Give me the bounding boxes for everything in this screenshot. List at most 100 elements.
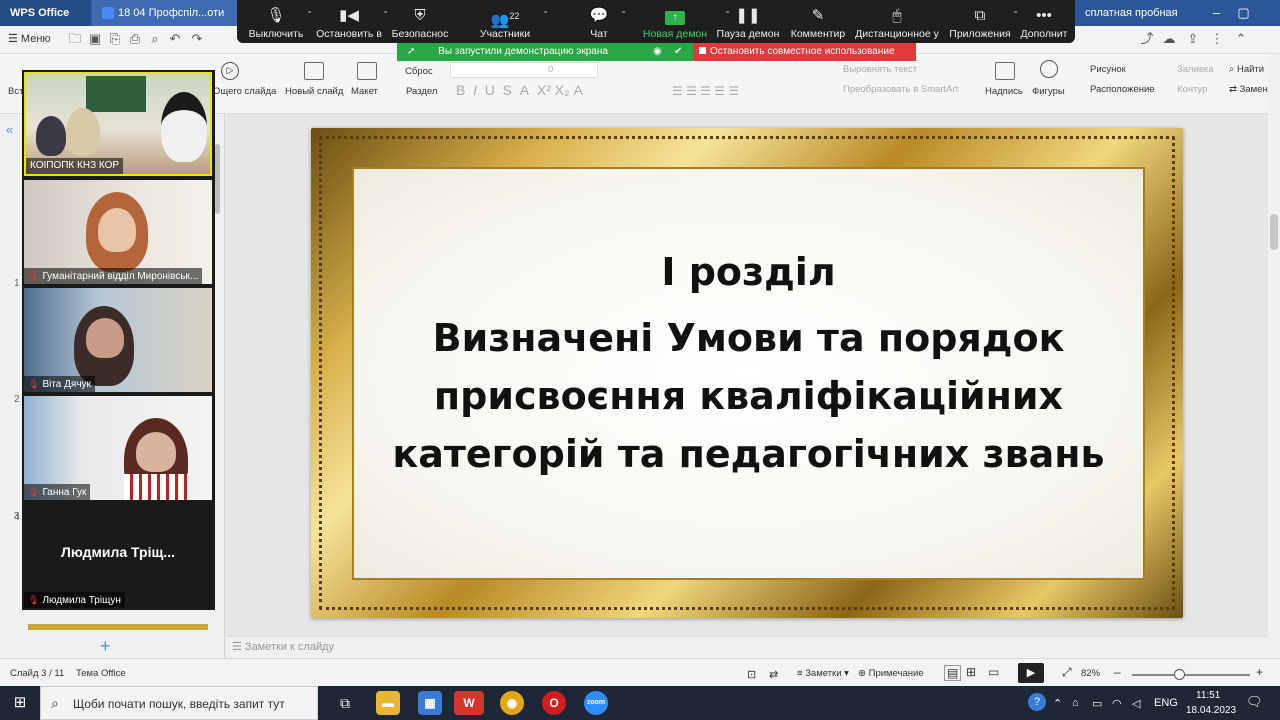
share-icon[interactable]: ⤴ — [1140, 32, 1154, 46]
participant-tile[interactable]: 🎙 Ганна Гук — [24, 396, 212, 500]
paragraph-align-group[interactable]: ☰ ☰ ☰ ☰ ☰ — [672, 84, 739, 98]
clock-date[interactable]: 18.04.2023 — [1186, 705, 1236, 716]
participant-tile[interactable]: КОІПОПК КНЗ КОР — [24, 72, 212, 176]
upload-icon[interactable]: ⇪ — [1186, 32, 1200, 46]
align-text-button[interactable]: Выровнять текст — [843, 64, 917, 75]
chevron-down-icon[interactable]: ⌄ — [542, 6, 549, 15]
fit-icon[interactable]: ⊡ — [747, 668, 756, 681]
layout-icon[interactable] — [357, 62, 377, 80]
preview-icon[interactable]: ⌕ — [148, 32, 162, 46]
opera-icon[interactable]: O — [542, 691, 566, 715]
participants-button[interactable]: 👥22 Участники ⌄ — [475, 0, 549, 43]
text-format-group[interactable]: B I U S A X² X₂ A — [456, 82, 583, 98]
smartart-button[interactable]: Преобразовать в SmartArt — [843, 84, 958, 95]
menu-button[interactable]: ☰ Меню — [8, 32, 51, 45]
task-view-icon[interactable]: ⧉ — [333, 691, 357, 715]
zoom-level[interactable]: 82% — [1081, 668, 1100, 679]
document-tab[interactable]: 18 04 Профспіл...оти в ОТГ — [92, 0, 242, 45]
participant-tile[interactable]: Людмила Тріщ... 🎙 Людмила Тріщун — [24, 504, 212, 608]
help-icon[interactable]: ? — [1028, 693, 1046, 711]
windows-start-icon[interactable]: ⊞ — [0, 686, 40, 720]
font-name-field[interactable] — [450, 62, 598, 78]
pause-share-button[interactable]: ❚❚ Пауза демон — [715, 0, 781, 43]
add-slide-button[interactable]: + — [100, 636, 111, 657]
wifi-icon[interactable]: ◠ — [1112, 697, 1122, 710]
minimize-icon[interactable]: – — [1203, 0, 1230, 26]
arrange-button[interactable]: Расположение — [1090, 84, 1155, 95]
new-slide-button[interactable]: Новый слайд — [285, 86, 343, 97]
cloud-icon[interactable]: ☁ — [1162, 32, 1176, 46]
new-slide-icon[interactable] — [304, 62, 324, 80]
more-button[interactable]: ••• Дополнит — [1019, 0, 1069, 43]
print-icon[interactable]: ⎙ — [128, 32, 142, 46]
stop-video-button[interactable]: ▮◀ Остановить в ⌄ — [315, 0, 389, 43]
font-size-field[interactable]: 0 — [548, 64, 553, 75]
wps-office-tab[interactable]: WPS Office — [0, 0, 90, 26]
volume-icon[interactable]: ◁ — [1132, 697, 1140, 710]
chevron-down-icon[interactable]: ⌄ — [306, 6, 313, 15]
slide-body-line[interactable]: категорій та педагогічних звань — [352, 432, 1145, 476]
zoom-slider-handle[interactable] — [1174, 669, 1185, 680]
spelling-icon[interactable]: ⇄ — [769, 668, 778, 681]
from-current-slide-label[interactable]: Ощего слайда — [213, 86, 276, 97]
replace-button[interactable]: ⇄ Замен — [1229, 84, 1268, 95]
zoom-taskbar-icon[interactable]: zoom — [584, 691, 608, 715]
more-menu-icon[interactable]: ⋮ — [1210, 32, 1224, 46]
shapes-icon[interactable] — [1040, 60, 1058, 78]
battery-icon[interactable]: ▭ — [1092, 697, 1102, 710]
chevron-down-icon[interactable]: ⌄ — [1012, 6, 1019, 15]
picture-button[interactable]: Рисунок — [1090, 64, 1126, 75]
reading-view-icon[interactable]: ▭ — [988, 665, 999, 679]
vertical-scrollbar[interactable] — [1268, 54, 1280, 658]
wps-taskbar-icon[interactable]: W — [454, 691, 484, 715]
theme-name[interactable]: Тема Office — [76, 668, 126, 679]
network-icon[interactable]: ⌂ — [1072, 697, 1079, 709]
redo-icon[interactable]: ↷ — [190, 32, 204, 46]
slide-body-line[interactable]: присвоєння кваліфікаційних — [352, 374, 1145, 418]
notes-field[interactable]: ☰ Заметки к слайду — [226, 636, 1268, 658]
remote-control-button[interactable]: 🖱 Дистанционное у — [853, 0, 941, 43]
zoom-slider[interactable] — [1132, 674, 1250, 676]
outline-button[interactable]: Контур — [1177, 84, 1207, 95]
chevron-down-icon[interactable]: ⌄ — [382, 6, 389, 15]
maximize-icon[interactable]: ▢ — [1230, 0, 1257, 26]
zoom-out-icon[interactable]: – — [1114, 665, 1121, 679]
slide-thumbnail-edge[interactable] — [28, 624, 208, 630]
collapse-ribbon-icon[interactable]: ⌃ — [1234, 32, 1248, 46]
language-indicator[interactable]: ENG — [1154, 697, 1178, 709]
slide-sorter-icon[interactable]: ⊞ — [966, 665, 976, 679]
stop-share-button[interactable]: Остановить совместное использование — [693, 43, 916, 61]
pane-scrollbar[interactable] — [215, 144, 220, 214]
section-button[interactable]: Раздел — [406, 86, 437, 97]
new-share-button[interactable]: ↑ Новая демон ⌄ — [641, 0, 731, 43]
undo-icon[interactable]: ↶ — [168, 32, 182, 46]
notes-toggle[interactable]: ≡ Заметки ▾ — [797, 668, 849, 679]
normal-view-icon[interactable]: ▤ — [944, 665, 962, 681]
layout-button[interactable]: Макет — [351, 86, 378, 97]
chevron-down-icon[interactable]: ⌄ — [620, 6, 627, 15]
fit-to-window-icon[interactable]: ⤢ — [1062, 665, 1072, 680]
participant-tile[interactable]: 🎙 Гуманітарний відділ Миронівськ... — [24, 180, 212, 284]
slide-body-line[interactable]: Визначені Умови та порядок — [352, 316, 1145, 360]
textbox-icon[interactable] — [995, 62, 1015, 80]
participant-tile[interactable]: 🎙 Віта Дячук — [24, 288, 212, 392]
save-icon[interactable]: ▣ — [88, 32, 102, 46]
scrollbar-thumb[interactable] — [1270, 214, 1278, 250]
reset-button[interactable]: Сброс — [405, 66, 433, 77]
slide-heading[interactable]: І розділ — [352, 250, 1145, 294]
zoom-in-icon[interactable]: + — [1256, 665, 1263, 679]
play-slideshow-button[interactable]: ▶ — [1018, 663, 1044, 683]
notifications-icon[interactable]: 🗨 — [1246, 694, 1263, 710]
file-explorer-icon[interactable]: ▬ — [376, 691, 400, 715]
open-folder-icon[interactable]: 🗀 — [68, 32, 82, 46]
find-button[interactable]: ⌕ Найти — [1229, 64, 1264, 75]
apps-button[interactable]: ⧉ Приложения ⌄ — [947, 0, 1019, 43]
clock-time[interactable]: 11:51 — [1196, 690, 1220, 701]
annotate-button[interactable]: ✎ Комментир — [787, 0, 849, 43]
textbox-button[interactable]: Надпись — [985, 86, 1023, 97]
store-icon[interactable]: ▦ — [418, 691, 442, 715]
export-icon[interactable]: ⎘ — [108, 32, 122, 46]
shapes-button[interactable]: Фигуры — [1032, 86, 1065, 97]
play-from-current-icon[interactable]: ▷ — [221, 62, 239, 80]
mute-button[interactable]: 🎙 Выключить ⌄ — [245, 0, 313, 43]
